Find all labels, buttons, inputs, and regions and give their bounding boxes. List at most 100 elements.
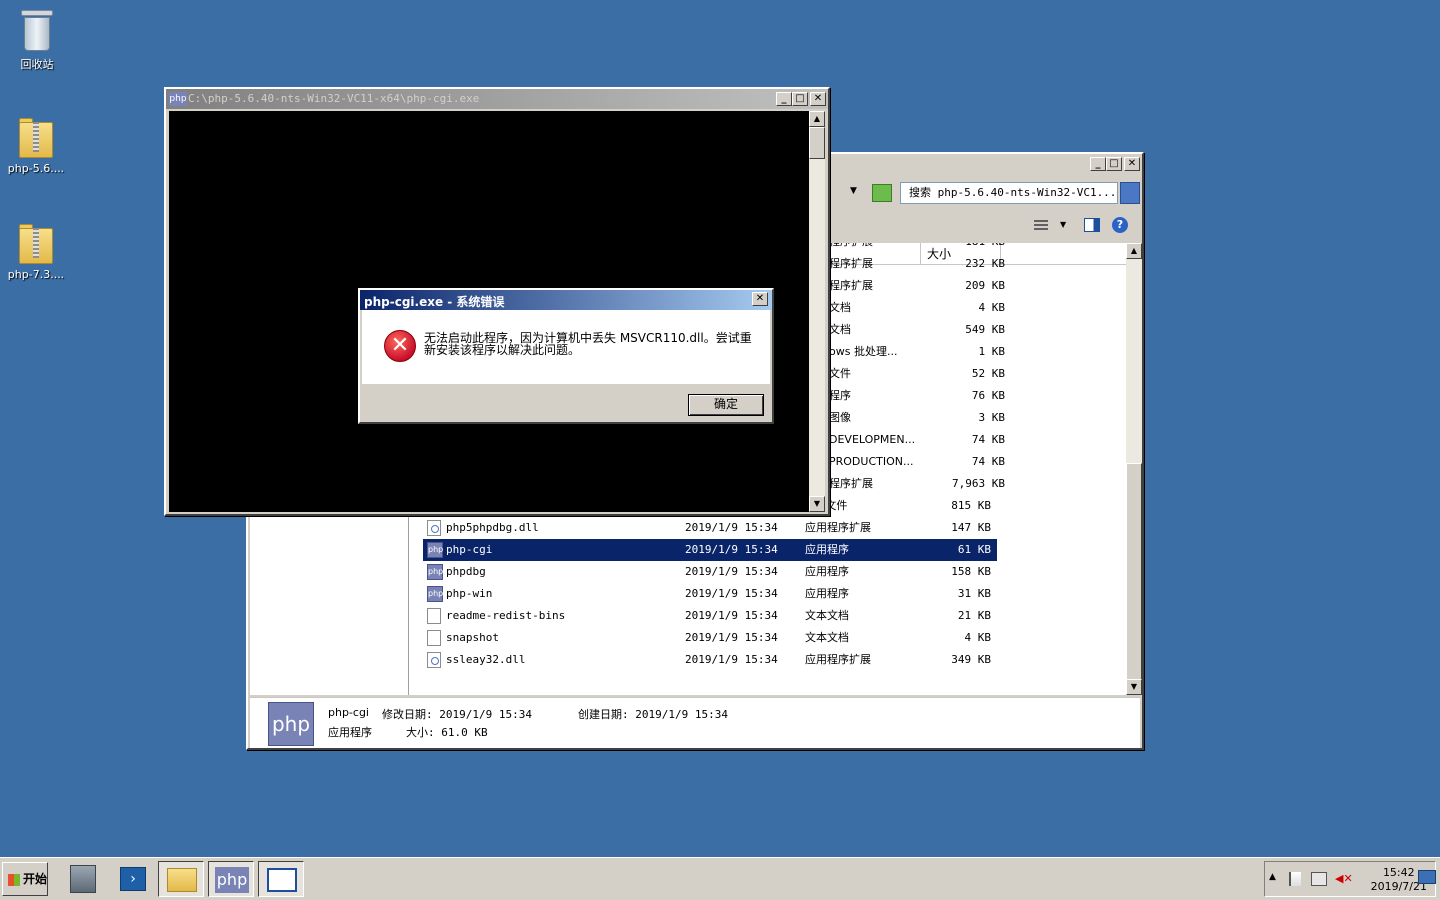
file-list-scrollbar[interactable]: ▲ ▼ — [1126, 243, 1142, 695]
maximize-button[interactable]: □ — [792, 92, 808, 106]
file-date: 2019/1/9 15:34 — [685, 543, 778, 556]
file-type: 应用程序 — [805, 565, 849, 578]
table-row[interactable]: php phpdbg 2019/1/9 15:34 应用程序 158 KB — [423, 561, 997, 583]
dialog-body: ✕ 无法启动此程序，因为计算机中丢失 MSVCR110.dll。尝试重新安装该程… — [362, 310, 770, 384]
file-type: 程序扩展 — [829, 243, 873, 253]
file-type: 应用程序 — [805, 543, 849, 556]
search-icon[interactable] — [1120, 182, 1140, 204]
file-size: 52 KB — [971, 367, 1005, 380]
file-type: 应用程序扩展 — [805, 653, 871, 666]
close-button[interactable]: ✕ — [1124, 157, 1140, 171]
file-type: 文本文档 — [805, 631, 849, 644]
file-date: 2019/1/9 15:34 — [685, 631, 778, 644]
dll-file-icon — [427, 652, 441, 668]
minimize-button[interactable]: _ — [1090, 157, 1106, 171]
maximize-button[interactable]: □ — [1106, 157, 1122, 171]
desktop-icon-php73-zip[interactable]: php-7.3.... — [0, 222, 72, 281]
dialog-title: php-cgi.exe - 系统错误 — [364, 295, 505, 309]
console-titlebar[interactable]: php C:\php-5.6.40-nts-Win32-VC11-x64\php… — [166, 89, 828, 109]
ok-button[interactable]: 确定 — [688, 394, 764, 416]
file-type: 文档 — [829, 301, 851, 314]
file-type: 程序扩展 — [829, 257, 873, 270]
file-size: 76 KB — [971, 389, 1005, 402]
speaker-muted-icon[interactable]: ◀✕ — [1335, 872, 1353, 886]
file-type: 图像 — [829, 411, 851, 424]
show-desktop-button[interactable] — [1418, 870, 1436, 884]
scroll-thumb[interactable] — [1126, 463, 1142, 681]
scroll-thumb[interactable] — [809, 127, 825, 159]
scroll-down-button[interactable]: ▼ — [809, 496, 825, 512]
window-icon — [267, 868, 297, 892]
start-button[interactable]: 开始 — [2, 862, 48, 896]
file-type: 文件 — [829, 367, 851, 380]
table-row[interactable]: php5phpdbg.dll 2019/1/9 15:34 应用程序扩展 147 KB — [423, 517, 997, 539]
network-icon[interactable] — [1311, 872, 1327, 886]
close-button[interactable]: ✕ — [810, 92, 826, 106]
help-icon[interactable]: ? — [1112, 217, 1128, 233]
file-size: 181 KB — [965, 243, 1005, 253]
start-label: 开始 — [23, 872, 48, 886]
file-size: 74 KB — [971, 455, 1005, 468]
windows-logo-icon — [8, 874, 20, 886]
minimize-button[interactable]: _ — [776, 92, 792, 106]
recycle-bin-icon — [19, 8, 55, 52]
table-row[interactable]: readme-redist-bins 2019/1/9 15:34 文本文档 21 K… — [423, 605, 997, 627]
table-row[interactable]: snapshot 2019/1/9 15:34 文本文档 4 KB — [423, 627, 997, 649]
file-icon — [427, 630, 441, 646]
table-row[interactable]: php php-cgi 2019/1/9 15:34 应用程序 61 KB — [423, 539, 997, 561]
file-type: DEVELOPMEN... — [829, 433, 916, 446]
scroll-down-button[interactable]: ▼ — [1126, 679, 1142, 695]
php-cgi-taskbar-button[interactable]: php — [208, 861, 254, 897]
powershell-icon: › — [120, 867, 146, 891]
php-file-icon: php — [427, 586, 443, 602]
preview-pane-icon[interactable] — [1084, 218, 1100, 232]
file-name: snapshot — [446, 631, 499, 644]
desktop-icon-php56-zip[interactable]: php-5.6.... — [0, 116, 72, 175]
file-type: 程序 — [829, 389, 851, 402]
table-row[interactable]: ssleay32.dll 2019/1/9 15:34 应用程序扩展 349 KB — [423, 649, 997, 671]
dialog-titlebar[interactable]: php-cgi.exe - 系统错误 ✕ — [360, 290, 772, 310]
refresh-button[interactable] — [872, 184, 892, 202]
scroll-up-button[interactable]: ▲ — [1126, 243, 1142, 259]
php-file-icon: php — [427, 564, 443, 580]
file-icon — [427, 608, 441, 624]
file-date: 2019/1/9 15:34 — [685, 653, 778, 666]
file-date: 2019/1/9 15:34 — [685, 565, 778, 578]
file-type: 文档 — [829, 323, 851, 336]
view-options-icon[interactable] — [1034, 220, 1048, 232]
file-size: 61 KB — [957, 543, 991, 556]
file-size: 815 KB — [951, 499, 991, 512]
powershell-taskbar-button[interactable]: › — [110, 861, 156, 897]
error-icon: ✕ — [384, 330, 416, 362]
scroll-up-button[interactable]: ▲ — [809, 111, 825, 127]
error-dialog: php-cgi.exe - 系统错误 ✕ ✕ 无法启动此程序，因为计算机中丢失 … — [358, 288, 774, 424]
desktop-icon-label: php-5.6.... — [7, 162, 65, 175]
console-scrollbar[interactable]: ▲ ▼ — [809, 111, 825, 512]
file-size: 3 KB — [978, 411, 1006, 424]
chevron-up-icon[interactable]: ▲ — [1269, 872, 1276, 882]
explorer-taskbar-button[interactable] — [158, 861, 204, 897]
desktop-icon-recycle-bin[interactable]: 回收站 — [1, 8, 73, 72]
file-size: 209 KB — [965, 279, 1005, 292]
flag-icon[interactable] — [1289, 872, 1301, 886]
server-manager-taskbar-button[interactable] — [60, 861, 106, 897]
chevron-down-icon[interactable]: ▼ — [1060, 220, 1066, 229]
close-button[interactable]: ✕ — [752, 292, 768, 306]
search-input[interactable]: 搜索 php-5.6.40-nts-Win32-VC1... — [900, 182, 1118, 204]
details-modified: 修改日期: 2019/1/9 15:34 — [382, 708, 532, 721]
file-type: 应用程序扩展 — [805, 521, 871, 534]
table-row[interactable]: php php-win 2019/1/9 15:34 应用程序 31 KB — [423, 583, 997, 605]
error-dialog-taskbar-button[interactable] — [258, 861, 304, 897]
desktop-icon-label: 回收站 — [20, 58, 54, 71]
php-file-icon: php — [268, 702, 314, 746]
file-type: 文本文档 — [805, 609, 849, 622]
chevron-down-icon[interactable]: ▼ — [850, 186, 857, 196]
zip-folder-icon — [19, 222, 53, 264]
file-name: php-win — [446, 587, 493, 600]
file-size: 7,963 KB — [952, 477, 1005, 490]
notification-area: ▲ ◀✕ 15:42 2019/7/21 — [1264, 861, 1436, 897]
file-type: 程序扩展 — [829, 279, 873, 292]
dll-file-icon — [427, 520, 441, 536]
file-type: PRODUCTION... — [829, 455, 914, 468]
file-size: 549 KB — [965, 323, 1005, 336]
